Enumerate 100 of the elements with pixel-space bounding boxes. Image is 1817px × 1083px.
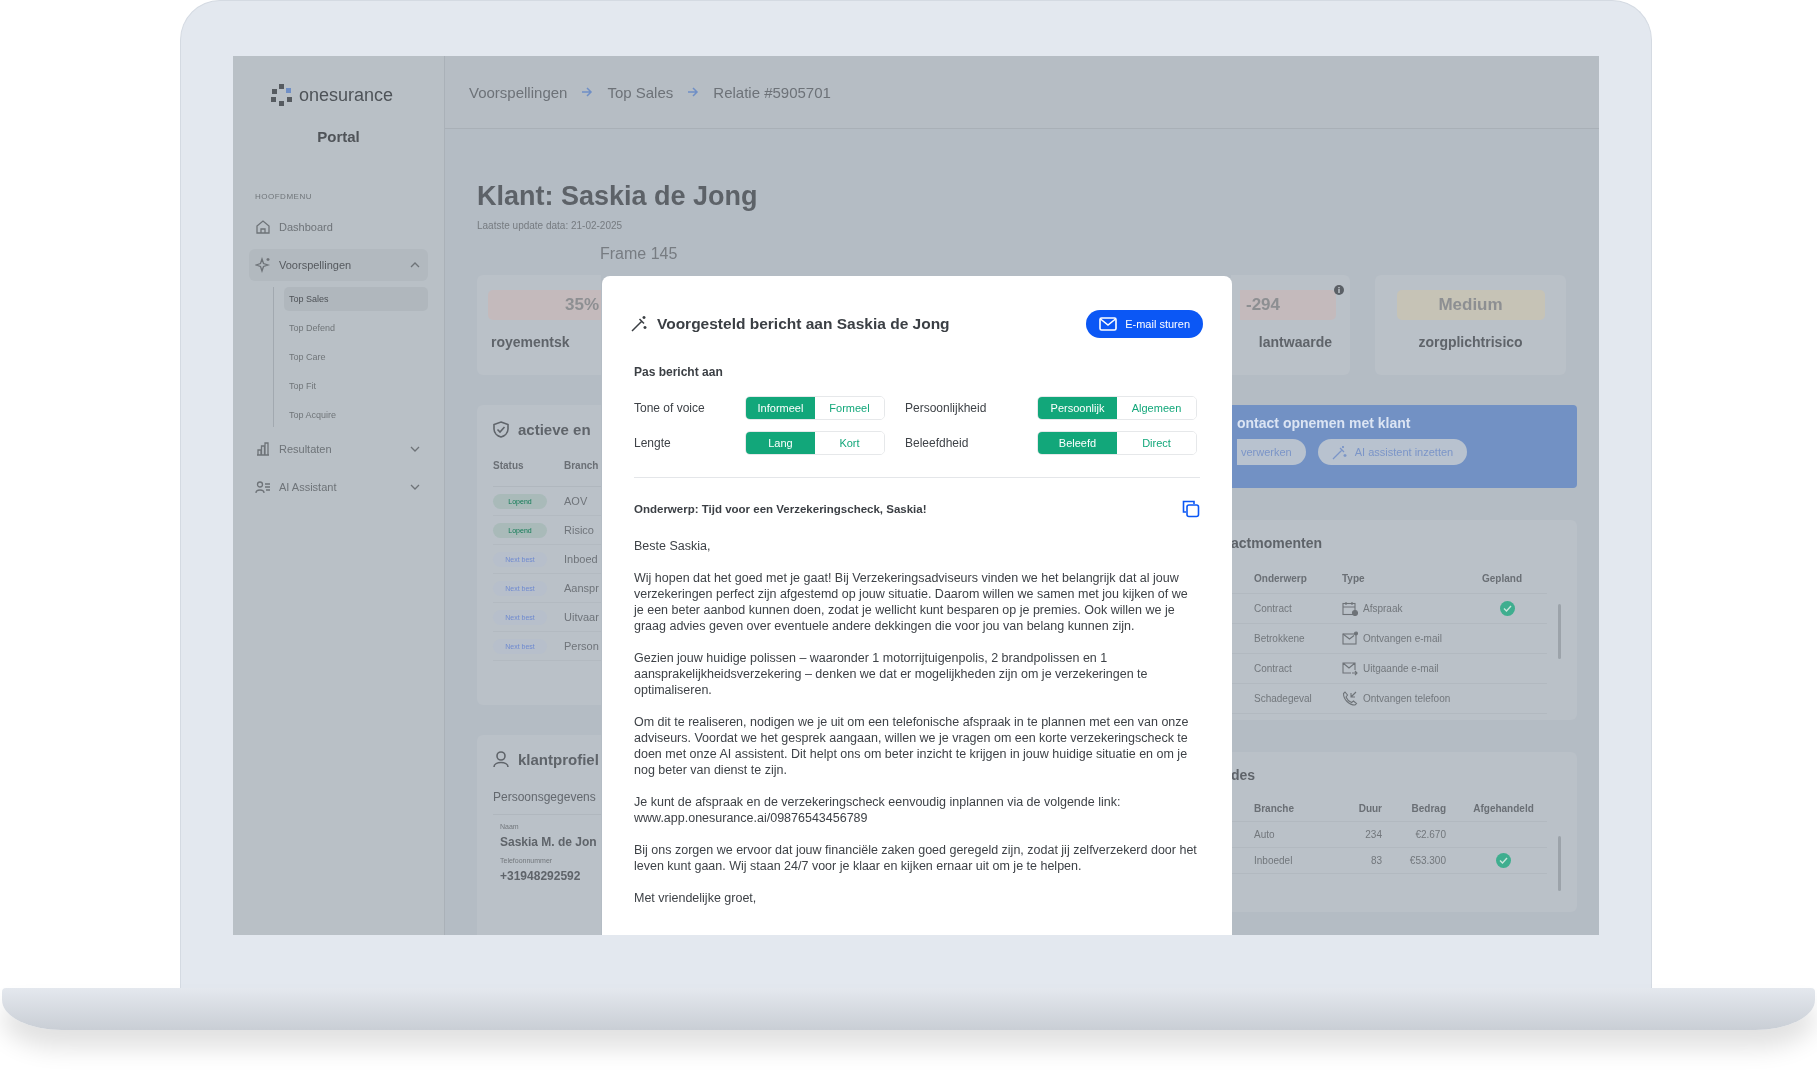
dialog-title: Voorgesteld bericht aan Saskia de Jong xyxy=(657,315,951,333)
column-header: Status xyxy=(493,460,525,473)
segment-option[interactable]: Lang xyxy=(746,432,815,454)
table-cell-text: Betrokkene xyxy=(1254,633,1306,644)
banner-button[interactable]: verwerken xyxy=(1237,439,1306,465)
column-header: Gepland xyxy=(1482,573,1523,584)
email-subject: Onderwerp: Tijd voor een Verzekeringscheck, Saskia! xyxy=(634,503,927,515)
column-header: Branch xyxy=(564,460,599,473)
table-cell-text: Inboedel xyxy=(1254,855,1294,866)
arrow-icon xyxy=(687,87,700,97)
nav-item[interactable]: Dashboard xyxy=(249,211,428,243)
table-cell: Inboed xyxy=(564,553,598,565)
table-cell-text: 234 xyxy=(1364,829,1382,840)
nav-item[interactable]: Voorspellingen xyxy=(249,249,428,281)
option-label: Lengte xyxy=(634,436,672,450)
nav-subitem[interactable]: Top Fit xyxy=(284,374,428,398)
nav-item[interactable]: Resultaten xyxy=(249,433,428,465)
table-cell-text: Contract xyxy=(1254,663,1293,674)
sparkle-icon xyxy=(255,257,271,273)
nav-subitem[interactable]: Top Acquire xyxy=(284,403,428,427)
breadcrumb-link[interactable]: Voorspellingen xyxy=(469,83,568,101)
nav-item[interactable]: AI Assistant xyxy=(249,471,428,503)
email-paragraph: Gezien jouw huidige polissen – waaronder 1 motorrijtuigenpolis, 2 brandpolissen en 1 aansprakelijkheidsverzekering – denken we dat er mogelijkheden zijn om je verzekeringen te optimaliseren. xyxy=(634,650,1149,698)
breadcrumb-link[interactable]: Top Sales xyxy=(607,83,674,101)
bar-chart-icon xyxy=(255,441,271,457)
envelope-icon xyxy=(1342,631,1358,646)
section-heading: Persoonsgegevens xyxy=(493,790,601,815)
user-icon xyxy=(493,751,509,768)
column-header: Branche xyxy=(1254,803,1295,814)
logo-text: onesurance xyxy=(299,84,394,106)
segment-option[interactable]: Persoonlijk xyxy=(1038,397,1117,419)
segment-option[interactable]: Beleefd xyxy=(1038,432,1117,454)
table-cell: Ontvangen telefoon xyxy=(1363,693,1451,704)
envelope-icon xyxy=(1099,317,1118,331)
phone-icon xyxy=(1342,691,1358,706)
email-paragraph: Om dit te realiseren, nodigen we je uit om een telefonische afspraak in te plannen met een van onze adviseurs. Voordat we het gesprek aangaan, willen we je vragen om een korte verzekeringscheck te doen met onze AI assistent. Dit helpt ons om beter inzicht te krijgen in jouw huidige situatie en om je nog beter van dienst te zijn. xyxy=(634,714,1190,778)
info-icon xyxy=(1334,285,1344,295)
magic-wand-icon xyxy=(630,315,648,333)
table-cell-text: 83 xyxy=(1369,855,1382,866)
home-icon xyxy=(255,219,271,235)
shield-check-icon xyxy=(493,421,509,438)
logo-icon xyxy=(271,84,293,106)
nav-subitem[interactable]: Top Defend xyxy=(284,316,428,340)
calendar-icon xyxy=(1342,601,1358,616)
arrow-icon xyxy=(581,87,594,97)
table-cell: Person xyxy=(564,640,599,652)
kpi-value: Medium xyxy=(1396,290,1545,320)
check-circle-icon xyxy=(1499,601,1515,616)
check-circle-icon xyxy=(1496,853,1511,868)
table-cell-text: Auto xyxy=(1254,829,1276,840)
column-header: Onderwerp xyxy=(1254,573,1308,584)
table-cell: Risico xyxy=(564,524,594,536)
email-paragraph: Bij ons zorgen we ervoor dat jouw financiële zaken goed geregeld zijn, zodat jij zelfverzekerd door het leven kunt gaan. Wij staan 24/7 voor je klaar en kijken ernaar uit om je te helpen. xyxy=(634,842,1198,874)
table-cell: Afspraak xyxy=(1363,603,1403,614)
table-cell: Ontvangen e-mail xyxy=(1363,633,1442,644)
page-title: Klant: Saskia de Jong xyxy=(477,181,759,212)
table-cell: Uitvaar xyxy=(564,611,599,623)
nav-subitem[interactable]: Top Care xyxy=(284,345,428,369)
table-cell: Uitgaande e-mail xyxy=(1363,663,1439,674)
option-label: Tone of voice xyxy=(634,401,706,415)
option-label: Beleefdheid xyxy=(905,436,970,450)
column-header: Type xyxy=(1342,573,1366,584)
table-cell-text: Contract xyxy=(1254,603,1293,614)
email-paragraph: Beste Saskia, xyxy=(634,538,712,554)
table-cell: AOV xyxy=(564,495,588,507)
envelope-arrow-icon xyxy=(1342,661,1358,676)
panel-title: des xyxy=(1231,766,1257,785)
breadcrumb-link[interactable]: Relatie #5905701 xyxy=(713,83,831,101)
banner-title: ontact opnemen met klant xyxy=(1237,415,1412,431)
copy-icon[interactable] xyxy=(1182,500,1200,518)
kpi-label: lantwaarde xyxy=(1258,334,1332,350)
banner-button[interactable]: AI assistent inzetten xyxy=(1317,439,1468,465)
section-heading: Pas bericht aan xyxy=(634,365,724,379)
frame-label: Frame 145 xyxy=(600,245,679,264)
table-cell-text: Schadegeval xyxy=(1254,693,1313,704)
kpi-label: royementsk xyxy=(491,334,570,350)
magic-wand-icon xyxy=(1331,444,1347,460)
panel-title: actieve en xyxy=(518,421,591,438)
user-list-icon xyxy=(255,479,271,495)
send-email-button[interactable]: E-mail sturen xyxy=(1086,310,1203,338)
segment-option[interactable]: Informeel xyxy=(746,397,815,419)
column-header: Afgehandeld xyxy=(1472,803,1535,814)
update-date: Laatste update data: 21-02-2025 xyxy=(477,220,624,231)
email-paragraph: Met vriendelijke groet, xyxy=(634,890,758,906)
panel-title: klantprofiel xyxy=(518,751,599,768)
email-paragraph: Wij hopen dat het goed met je gaat! Bij Verzekeringsadviseurs vinden we het belangrijk dat al jouw verzekeringen perfect zijn afgestemd op jouw situatie. Daarom willen we samen met jou kijken of we je een beter aanbod kunnen doen, zodat je wellicht kunt besparen op je premies. Ook willen we je graag advies geven over eventuele andere dekkingen die voor jou van belang kunnen zijn. xyxy=(634,570,1189,634)
panel-title: actmomenten xyxy=(1231,534,1324,553)
section-label: HOOFDMENU xyxy=(255,192,313,201)
column-header: Duur xyxy=(1357,803,1382,814)
column-header: Bedrag xyxy=(1410,803,1446,814)
table-cell-text: €2.670 xyxy=(1414,829,1446,840)
email-paragraph: Je kunt de afspraak en de verzekeringscheck eenvoudig inplannen via de volgende link: www.app.onesurance.ai/09876543456789 xyxy=(634,794,1122,826)
table-cell: Aanspr xyxy=(564,582,599,594)
field-value: Saskia M. de Jon xyxy=(500,835,598,849)
nav-subitem[interactable]: Top Sales xyxy=(284,287,428,311)
field-value: +31948292592 xyxy=(500,869,582,883)
table-cell-text: €53.300 xyxy=(1408,855,1446,866)
portal-title: Portal xyxy=(316,128,361,145)
option-label: Persoonlijkheid xyxy=(905,401,988,415)
kpi-label: zorgplichtrisico xyxy=(1418,334,1523,350)
